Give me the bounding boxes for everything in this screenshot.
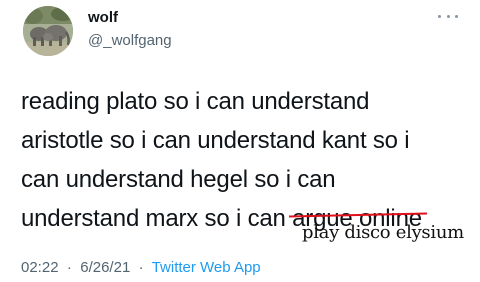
more-dots-icon[interactable] xyxy=(438,8,458,24)
tweet-line: aristotle so i can understand kant so i xyxy=(21,127,410,154)
meta-separator: · xyxy=(62,259,77,276)
handwritten-replacement: play disco elysium xyxy=(302,222,464,243)
tweet-date[interactable]: 6/26/21 xyxy=(80,259,130,276)
tweet-line: can understand hegel so i can xyxy=(21,166,336,193)
author-handle[interactable]: @_wolfgang xyxy=(88,32,172,50)
tweet-line-prefix: understand marx so i can xyxy=(21,205,293,232)
dot xyxy=(455,14,458,18)
tweet-card: wolf @_wolfgang reading plato so i can u… xyxy=(0,0,480,282)
tweet-line: reading plato so i can understand xyxy=(21,88,370,115)
tweet-time[interactable]: 02:22 xyxy=(21,259,59,276)
meta-separator: · xyxy=(134,259,148,276)
dot xyxy=(446,14,450,18)
dot xyxy=(438,14,441,18)
tweet-text: reading plato so i can understand aristo… xyxy=(21,82,476,238)
avatar[interactable] xyxy=(23,6,73,56)
author-name[interactable]: wolf xyxy=(88,9,118,27)
tweet-source-link[interactable]: Twitter Web App xyxy=(152,259,261,276)
tweet-meta: 02:22 · 6/26/21 · Twitter Web App xyxy=(21,259,261,276)
elephant-photo-icon xyxy=(23,6,73,56)
